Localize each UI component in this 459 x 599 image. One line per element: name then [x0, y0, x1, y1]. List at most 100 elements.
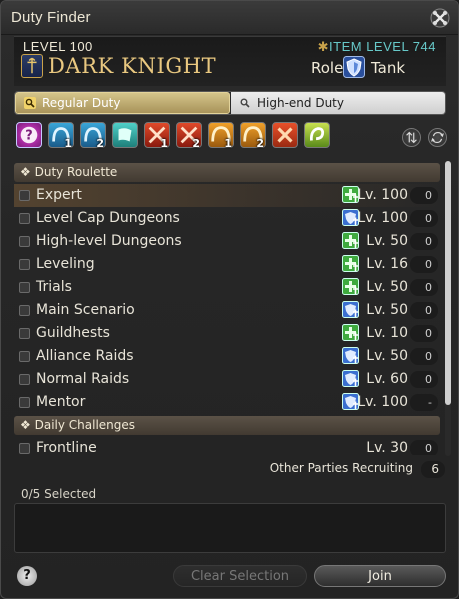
- duty-level: Lv. 10: [366, 325, 408, 341]
- tab-high-end-duty[interactable]: High-end Duty: [231, 92, 445, 114]
- tab-label: Regular Duty: [42, 96, 121, 110]
- item-level: ✱ITEM LEVEL 744: [317, 39, 436, 54]
- duty-party-count: 0: [410, 187, 438, 204]
- duty-level: Lv. 100: [357, 187, 408, 203]
- duty-level: Lv. 16: [366, 256, 408, 272]
- help-button[interactable]: ?: [17, 566, 37, 586]
- duty-checkbox[interactable]: [19, 328, 30, 339]
- duty-level: Lv. 50: [366, 302, 408, 318]
- tank-role-icon: [343, 56, 365, 78]
- duty-checkbox[interactable]: [19, 190, 30, 201]
- sort-button[interactable]: [402, 128, 421, 147]
- section-header-daily-challenges[interactable]: ❖ Daily Challenges: [14, 416, 440, 435]
- search-icon: [240, 98, 250, 108]
- duty-row[interactable]: Frontline Lv. 30 0: [14, 437, 440, 455]
- duty-level: Lv. 50: [366, 233, 408, 249]
- duty-level: Lv. 100: [357, 394, 408, 410]
- duty-row[interactable]: Main Scenario Lv. 50 0: [14, 299, 440, 322]
- duty-checkbox[interactable]: [19, 443, 30, 454]
- duty-name: Level Cap Dungeons: [36, 210, 180, 226]
- job-level: LEVEL 100: [23, 39, 93, 54]
- section-expand-icon: ❖: [20, 165, 31, 179]
- duty-name: Frontline: [36, 440, 97, 455]
- duty-checkbox[interactable]: [19, 305, 30, 316]
- duty-checkbox[interactable]: [19, 213, 30, 224]
- roulette-icon[interactable]: ?: [16, 122, 42, 148]
- other-parties-recruiting-count: 6: [421, 461, 445, 478]
- duty-row[interactable]: Leveling Lv. 16 0: [14, 253, 440, 276]
- duty-level: Lv. 50: [366, 279, 408, 295]
- duty-party-count: 0: [410, 233, 438, 250]
- section-title: Duty Roulette: [34, 165, 118, 179]
- duty-name: Expert: [36, 187, 82, 203]
- scroll-thumb[interactable]: [445, 161, 451, 405]
- duty-party-count: 0: [410, 302, 438, 319]
- list-scrollbar[interactable]: [445, 161, 451, 456]
- refresh-button[interactable]: [428, 128, 447, 147]
- bonus-tank-icon: [342, 347, 359, 364]
- duty-checkbox[interactable]: [19, 374, 30, 385]
- dungeon-icon[interactable]: 1: [48, 122, 74, 150]
- refresh-icon: [431, 131, 444, 144]
- section-header-duty-roulette[interactable]: ❖ Duty Roulette: [14, 163, 440, 182]
- bonus-healer-icon: [342, 278, 359, 295]
- selected-count: 0/5 Selected: [21, 487, 97, 501]
- duty-row[interactable]: Trials Lv. 50 0: [14, 276, 440, 299]
- selected-duties-box: [14, 503, 446, 553]
- duty-name: Normal Raids: [36, 371, 130, 387]
- duty-row[interactable]: Normal Raids Lv. 60 0: [14, 368, 440, 391]
- duty-row[interactable]: Alliance Raids Lv. 50 0: [14, 345, 440, 368]
- close-icon[interactable]: [430, 8, 450, 28]
- clear-selection-button[interactable]: Clear Selection: [173, 565, 307, 587]
- duty-row[interactable]: Level Cap Dungeons Lv. 100 0: [14, 207, 440, 230]
- trial-icon[interactable]: 1: [144, 122, 170, 150]
- bonus-tank-icon: [342, 370, 359, 387]
- section-title: Daily Challenges: [34, 418, 136, 432]
- duty-row[interactable]: High-level Dungeons Lv. 50 0: [14, 230, 440, 253]
- pvp-icon[interactable]: [272, 122, 298, 148]
- duty-checkbox[interactable]: [19, 259, 30, 270]
- duty-party-count: -: [410, 394, 438, 411]
- duty-name: Trials: [36, 279, 72, 295]
- duty-checkbox[interactable]: [19, 236, 30, 247]
- join-button[interactable]: Join: [314, 565, 446, 587]
- gold-saucer-icon[interactable]: [304, 122, 330, 148]
- duty-row[interactable]: Mentor Lv. 100-: [14, 391, 440, 414]
- duty-party-count: 0: [410, 256, 438, 273]
- duty-level: Lv. 100: [357, 210, 408, 226]
- bonus-healer-icon: [342, 255, 359, 272]
- star-icon: ✱: [317, 39, 330, 54]
- duty-type-tabs: Regular Duty High-end Duty: [14, 91, 446, 115]
- duty-party-count: 0: [410, 279, 438, 296]
- bonus-healer-icon: [342, 232, 359, 249]
- tab-regular-duty[interactable]: Regular Duty: [15, 92, 230, 114]
- duty-party-count: 0: [410, 325, 438, 342]
- dungeon-icon[interactable]: 2: [80, 122, 106, 150]
- title-bar[interactable]: Duty Finder: [1, 1, 458, 35]
- duty-name: Main Scenario: [36, 302, 135, 318]
- duty-checkbox[interactable]: [19, 282, 30, 293]
- duty-party-count: 0: [410, 348, 438, 365]
- role-name: Tank: [371, 59, 406, 77]
- duty-finder-window: Duty Finder LEVEL 100 DARK KNIGHT ✱ITEM …: [0, 0, 459, 599]
- bonus-tank-icon: [342, 301, 359, 318]
- svg-text:?: ?: [25, 129, 33, 144]
- trial-icon[interactable]: 2: [176, 122, 202, 150]
- duty-name: Alliance Raids: [36, 348, 134, 364]
- raid-icon[interactable]: 2: [240, 122, 266, 150]
- bonus-healer-icon: [342, 324, 359, 341]
- duty-category-icons: ? 1 2 1 2 1 2: [16, 122, 448, 152]
- duty-party-count: 0: [410, 210, 438, 227]
- duty-level: Lv. 60: [366, 371, 408, 387]
- duty-checkbox[interactable]: [19, 351, 30, 362]
- raid-icon[interactable]: 1: [208, 122, 234, 150]
- tab-label: High-end Duty: [257, 96, 344, 110]
- duty-checkbox[interactable]: [19, 397, 30, 408]
- duty-row[interactable]: Expert Lv. 100 0: [14, 184, 440, 207]
- guildhest-icon[interactable]: [112, 122, 138, 148]
- section-expand-icon: ❖: [20, 418, 31, 432]
- duty-row[interactable]: Guildhests Lv. 10 0: [14, 322, 440, 345]
- duty-level: Lv. 50: [366, 348, 408, 364]
- other-parties-recruiting-label: Other Parties Recruiting: [269, 461, 413, 475]
- sort-icon: [406, 131, 417, 144]
